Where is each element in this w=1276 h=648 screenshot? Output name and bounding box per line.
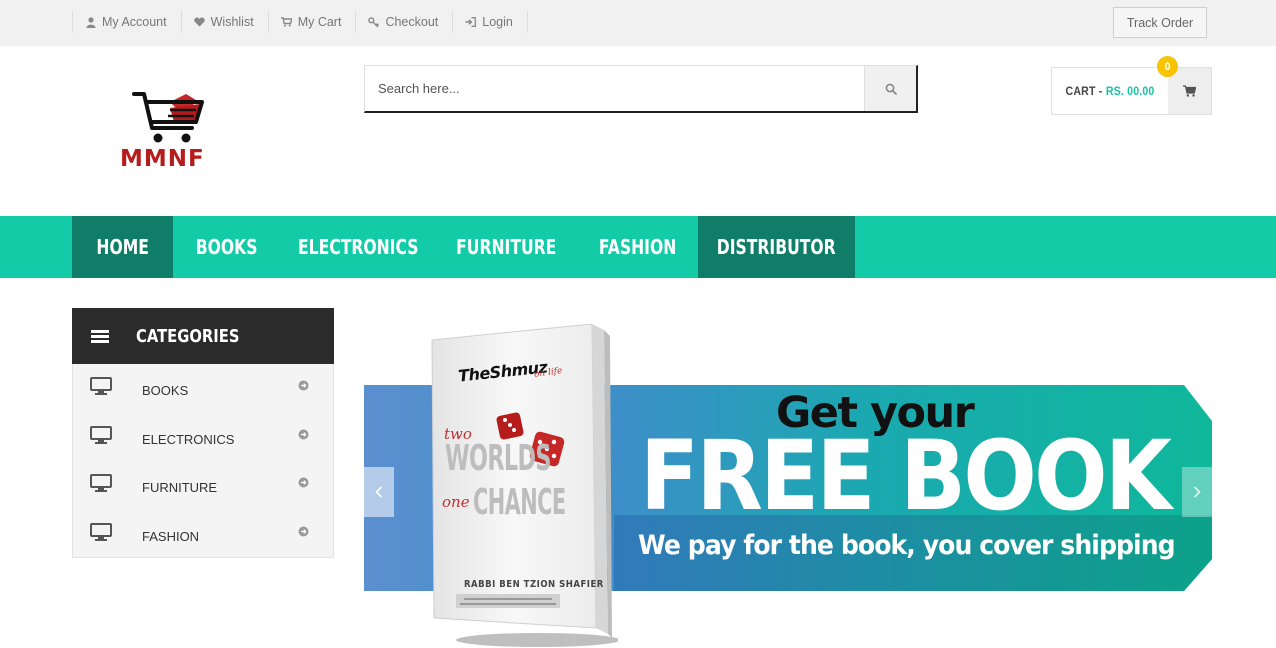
site-logo[interactable]: MMNF xyxy=(120,88,224,174)
monitor-icon xyxy=(90,377,112,395)
slider-next-button[interactable] xyxy=(1182,467,1212,517)
book-cover-image: TheShmuz on life two WORLDS one CHANCE R… xyxy=(428,322,618,648)
my-cart-link[interactable]: My Cart xyxy=(267,11,356,33)
search-input[interactable] xyxy=(365,66,864,111)
category-item-books[interactable]: BOOKS xyxy=(73,364,333,413)
category-label: FASHION xyxy=(142,528,200,544)
search-bar xyxy=(364,65,918,113)
arrow-circle-right-icon xyxy=(298,429,309,439)
nav-furniture[interactable]: FURNITURE xyxy=(435,216,577,278)
book-title-d: CHANCE xyxy=(473,482,566,523)
banner-subline: We pay for the book, you cover shipping xyxy=(638,530,1176,561)
monitor-icon xyxy=(90,474,112,492)
shopping-cart-logo-icon xyxy=(132,92,204,143)
categories-header[interactable]: CATEGORIES xyxy=(72,308,334,364)
category-label: BOOKS xyxy=(142,383,189,398)
monitor-icon xyxy=(90,425,112,444)
cart-count-badge: 0 xyxy=(1157,56,1178,77)
login-link[interactable]: Login xyxy=(452,11,528,33)
hero-banner[interactable]: Get your FREE BOOK We pay for the book, … xyxy=(364,290,1212,648)
sign-in-icon xyxy=(465,17,477,28)
arrow-circle-right-icon xyxy=(298,526,309,536)
arrow-circle-right-icon xyxy=(298,477,309,488)
user-icon xyxy=(85,16,96,28)
nav-books[interactable]: BOOKS xyxy=(173,216,281,278)
checkout-link[interactable]: Checkout xyxy=(355,11,452,33)
book-title-c: one xyxy=(442,493,470,511)
main-navbar: HOME BOOKS ELECTRONICS FURNITURE FASHION… xyxy=(0,216,1276,278)
heart-icon xyxy=(193,17,205,28)
arrow-circle-right-icon xyxy=(298,380,309,391)
nav-distributor[interactable]: DISTRIBUTOR xyxy=(698,216,855,278)
nav-electronics[interactable]: ELECTRONICS xyxy=(281,216,435,278)
chevron-right-icon xyxy=(1193,486,1201,498)
monitor-icon xyxy=(90,522,112,541)
cart-icon xyxy=(280,17,292,28)
category-item-furniture[interactable]: FURNITURE xyxy=(73,461,333,510)
logo-text: MMNF xyxy=(120,146,205,172)
chevron-left-icon xyxy=(375,486,383,498)
categories-list: BOOKS ELECTRONICS FURNITURE FASHION xyxy=(72,364,334,558)
wishlist-link[interactable]: Wishlist xyxy=(180,11,268,33)
categories-title: CATEGORIES xyxy=(136,325,240,347)
cart-amount: RS. 00.00 xyxy=(1105,84,1155,98)
slider-prev-button[interactable] xyxy=(364,467,394,517)
top-bar: My Account Wishlist My Cart Checkout Log… xyxy=(0,0,1276,46)
book-title-b: WORLDS xyxy=(445,438,552,479)
header-cart[interactable]: CART - RS. 00.00 xyxy=(1051,67,1212,115)
nav-home[interactable]: HOME xyxy=(72,216,173,278)
cart-label: CART - xyxy=(1065,84,1103,98)
cart-summary: CART - RS. 00.00 xyxy=(1059,68,1161,114)
search-icon xyxy=(885,83,897,95)
menu-icon xyxy=(91,328,109,345)
main-nav: HOME BOOKS ELECTRONICS FURNITURE FASHION… xyxy=(72,216,855,278)
nav-fashion[interactable]: FASHION xyxy=(577,216,698,278)
track-order-button[interactable]: Track Order xyxy=(1113,7,1207,38)
category-item-electronics[interactable]: ELECTRONICS xyxy=(73,413,333,462)
search-button[interactable] xyxy=(864,66,916,111)
key-icon xyxy=(368,16,380,28)
cart-icon xyxy=(1183,85,1196,97)
cart-icon-button[interactable] xyxy=(1168,68,1211,114)
book-author: RABBI BEN TZION SHAFIER xyxy=(464,579,604,590)
my-account-link[interactable]: My Account xyxy=(72,11,181,33)
category-label: FURNITURE xyxy=(142,480,218,495)
category-item-fashion[interactable]: FASHION xyxy=(73,510,333,559)
top-links: My Account Wishlist My Cart Checkout Log… xyxy=(72,11,528,33)
banner-headline-large: FREE BOOK xyxy=(640,420,1172,532)
category-label: ELECTRONICS xyxy=(142,431,235,447)
